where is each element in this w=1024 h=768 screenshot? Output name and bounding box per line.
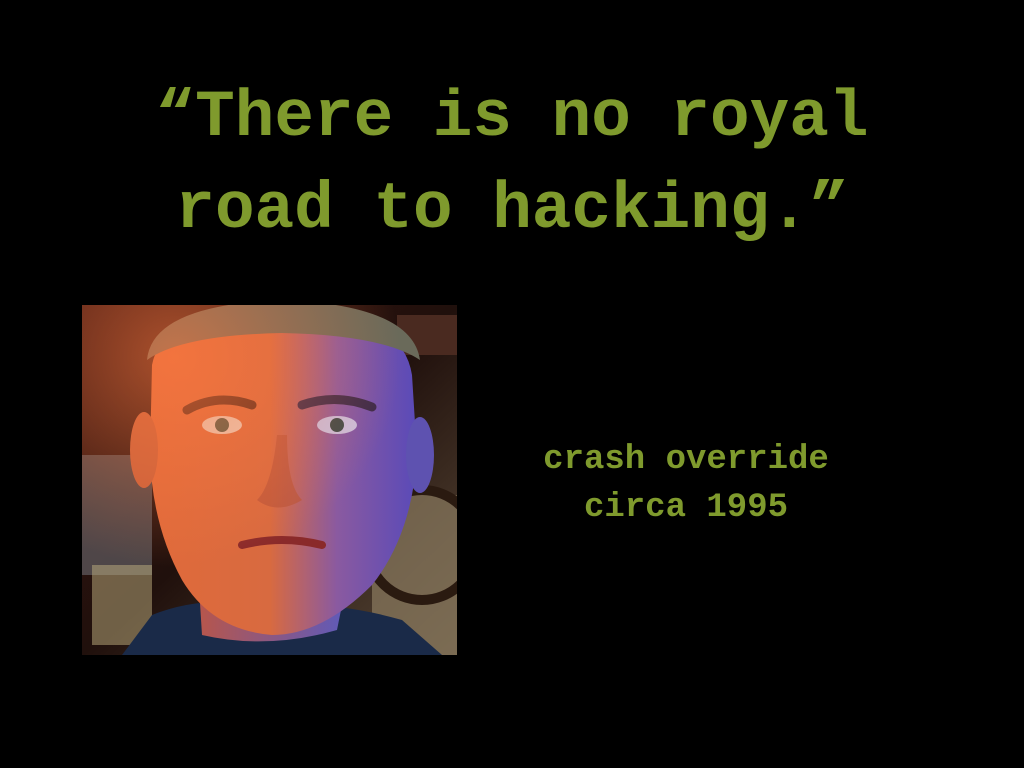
attribution-name: crash override (543, 441, 829, 479)
quote: “There is no royal road to hacking.” (0, 72, 1024, 256)
quote-line-1: “There is no royal (155, 80, 869, 155)
attribution: crash override circa 1995 (470, 436, 902, 532)
quote-line-2: road to hacking.” (175, 172, 849, 247)
portrait-photo (82, 305, 457, 655)
slide: “There is no royal road to hacking.” cra… (0, 0, 1024, 768)
portrait-photo-icon (82, 305, 457, 655)
attribution-date: circa 1995 (583, 489, 789, 527)
